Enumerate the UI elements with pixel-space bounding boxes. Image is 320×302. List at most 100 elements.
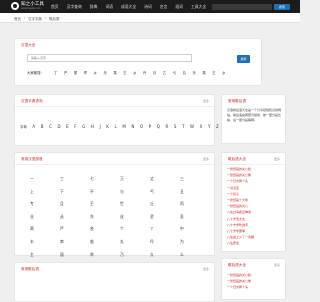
letter[interactable]: R [165, 124, 168, 129]
radical-cell[interactable]: 丙 [180, 201, 210, 207]
radical-cell[interactable]: 么 [180, 252, 210, 258]
nav-item-dictionary[interactable]: 辞典 [90, 4, 98, 10]
letter[interactable]: C [49, 124, 52, 129]
hanzi-search-button[interactable]: 搜索 [237, 55, 250, 63]
nav-item-hanzi[interactable]: 汉字查询 [67, 4, 82, 10]
radical-cell[interactable]: 世 [120, 201, 150, 207]
radical-cell[interactable]: 不 [90, 189, 120, 195]
radical-cell[interactable]: 丸 [120, 239, 150, 245]
breadcrumb-home[interactable]: 首页 [14, 16, 21, 21]
breadcrumb-mid[interactable]: 汉字字典 [28, 16, 42, 21]
hot-item[interactable]: 丁 [54, 70, 57, 75]
letter[interactable]: W [190, 124, 194, 129]
letter[interactable]: Z [216, 124, 219, 129]
radical-cell[interactable]: 三 [180, 176, 210, 182]
radical-cell[interactable]: 东 [90, 214, 120, 220]
more-link[interactable]: 更多 [203, 267, 209, 271]
letter[interactable]: S [174, 124, 177, 129]
letter[interactable]: A [32, 124, 35, 129]
radical-cell[interactable]: 且 [60, 201, 90, 207]
hot-item[interactable]: 乘 [113, 70, 116, 75]
radical-cell[interactable]: 个 [120, 226, 150, 232]
letter[interactable]: K [106, 124, 109, 129]
nav-item-quotes[interactable]: 名言 [160, 4, 168, 10]
nav-item-words[interactable]: 词语 [105, 4, 113, 10]
nav-item-zuci[interactable]: 组词 [175, 4, 183, 10]
radical-cell[interactable]: 丽 [60, 252, 90, 258]
letter[interactable]: L [114, 124, 116, 129]
radical-cell[interactable]: 下 [60, 189, 90, 195]
hot-item[interactable]: 乐 [192, 70, 195, 75]
hot-item[interactable]: 丹 [143, 70, 146, 75]
hot-item[interactable]: 乡 [222, 70, 225, 75]
letter[interactable]: Y [208, 124, 210, 129]
radical-cell[interactable]: 丝 [120, 214, 150, 220]
radical-cell[interactable]: 丢 [180, 214, 210, 220]
radical-cell[interactable]: 丛 [60, 214, 90, 220]
hanzi-search-input[interactable] [27, 54, 192, 62]
letter[interactable]: P [149, 124, 151, 129]
radical-cell[interactable]: 七 [90, 176, 120, 182]
hot-item[interactable]: 丽 [74, 70, 77, 75]
radical-cell[interactable]: 丑 [180, 189, 210, 195]
radical-cell[interactable]: 丞 [150, 214, 180, 220]
more-link[interactable]: 更多 [203, 157, 209, 161]
letter[interactable]: N [131, 124, 134, 129]
radical-cell[interactable]: 丕 [90, 201, 120, 207]
hot-item[interactable]: 乘 [202, 70, 205, 75]
radical-cell[interactable]: 丁 [60, 176, 90, 182]
radical-cell[interactable]: 中 [180, 226, 210, 232]
sidebar-list-item[interactable]: 八仙聚会 [227, 241, 284, 247]
nav-item-home[interactable]: 首页 [51, 4, 59, 10]
nav-item-poems[interactable]: 诗词 [144, 4, 152, 10]
hot-item[interactable]: 乐 [103, 70, 106, 75]
search-input[interactable] [212, 3, 272, 10]
radical-cell[interactable]: 丰 [30, 239, 60, 245]
letter[interactable]: D [57, 124, 60, 129]
hot-item[interactable]: 乡 [94, 70, 97, 75]
radical-cell[interactable]: 举 [90, 252, 120, 258]
letter[interactable]: G [82, 124, 85, 129]
radical-cell[interactable]: 专 [30, 201, 60, 207]
nav-item-tools[interactable]: 工具大全 [191, 4, 206, 10]
search-button[interactable]: 搜索 [274, 3, 290, 10]
radical-cell[interactable]: 久 [150, 252, 180, 258]
radical-cell[interactable]: 丘 [150, 201, 180, 207]
hot-item[interactable]: 举 [84, 70, 87, 75]
letter[interactable]: F [74, 124, 76, 129]
radical-cell[interactable]: 丐 [150, 189, 180, 195]
hot-item[interactable]: 亏 [173, 70, 176, 75]
more-link[interactable]: 更多 [274, 157, 280, 161]
radical-cell[interactable]: 与 [120, 189, 150, 195]
radical-cell[interactable]: 丹 [150, 239, 180, 245]
letter[interactable]: H [91, 124, 94, 129]
letter[interactable]: O [140, 124, 143, 129]
hot-item[interactable]: 乞 [123, 70, 126, 75]
radical-cell[interactable]: 乃 [120, 252, 150, 258]
radical-cell[interactable]: 为 [180, 239, 210, 245]
radical-cell[interactable]: 业 [30, 214, 60, 220]
nav-item-idioms[interactable]: 成语大全 [121, 4, 136, 10]
radical-cell[interactable]: 临 [90, 239, 120, 245]
letter[interactable]: X [200, 124, 203, 129]
hot-item[interactable]: 乡 [133, 70, 136, 75]
letter[interactable]: J [99, 124, 100, 129]
site-logo[interactable]: 知之小工具 www.bigebj.com [11, 2, 44, 10]
radical-cell[interactable]: 串 [60, 239, 90, 245]
more-link[interactable]: 更多 [203, 99, 209, 103]
hot-item[interactable]: 乞 [212, 70, 215, 75]
letter[interactable]: E [66, 124, 69, 129]
radical-cell[interactable]: 两 [30, 226, 60, 232]
hot-item[interactable]: 丸 [183, 70, 186, 75]
radical-cell[interactable]: 丈 [150, 176, 180, 182]
radical-cell[interactable]: 一 [30, 176, 60, 182]
radical-cell[interactable]: 丧 [90, 226, 120, 232]
more-link[interactable]: 更多 [274, 263, 280, 267]
letter[interactable]: Q [157, 124, 160, 129]
letter[interactable]: M [122, 124, 125, 129]
radical-cell[interactable]: 主 [30, 252, 60, 258]
letter[interactable]: B [41, 124, 44, 129]
radical-cell[interactable]: 上 [30, 189, 60, 195]
radical-cell[interactable]: 严 [60, 226, 90, 232]
radical-cell[interactable]: 丫 [150, 226, 180, 232]
